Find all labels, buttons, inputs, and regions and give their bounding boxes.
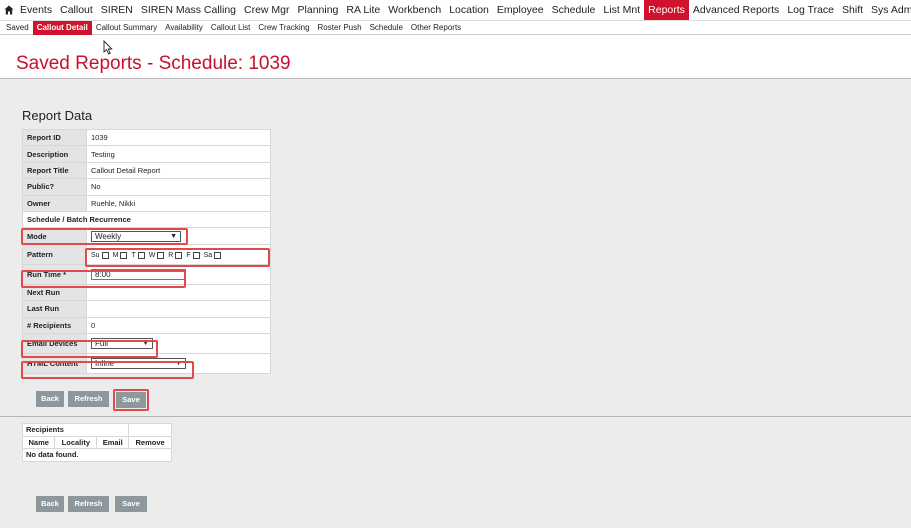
page-title: Saved Reports - Schedule: 1039: [16, 53, 291, 74]
report-title-value: Callout Detail Report: [86, 161, 271, 180]
recipients-heading: Recipients: [21, 423, 130, 437]
column-remove: Remove: [128, 435, 172, 449]
sub-nav: Saved Callout Detail Callout Summary Ava…: [0, 20, 911, 35]
report-title-label: Report Title: [22, 161, 87, 180]
section-divider: [0, 416, 911, 417]
table-row: Owner Ruehle, Nikki: [22, 194, 271, 212]
nav-reports[interactable]: Reports: [644, 0, 689, 20]
table-row: # Recipients 0: [22, 316, 271, 334]
home-icon[interactable]: [4, 0, 14, 20]
report-id-value: 1039: [86, 128, 271, 147]
table-row: Description Testing: [22, 145, 271, 163]
save-button[interactable]: Save: [116, 392, 146, 408]
table-header-row: Name Locality Email Remove: [21, 435, 172, 449]
description-label: Description: [22, 145, 87, 163]
nav-log-trace[interactable]: Log Trace: [783, 0, 838, 20]
nav-shift[interactable]: Shift: [838, 0, 867, 20]
bottom-save-button[interactable]: Save: [115, 496, 147, 512]
page-title-bar: Saved Reports - Schedule: 1039: [0, 35, 911, 79]
subnav-roster-push[interactable]: Roster Push: [314, 21, 366, 35]
report-data-heading: Report Data: [22, 108, 93, 123]
back-button[interactable]: Back: [36, 391, 64, 407]
mode-highlight: [21, 228, 188, 245]
subnav-crew-tracking[interactable]: Crew Tracking: [254, 21, 313, 35]
subnav-availability[interactable]: Availability: [161, 21, 207, 35]
column-locality: Locality: [54, 435, 98, 449]
refresh-button[interactable]: Refresh: [68, 391, 109, 407]
last-run-label: Last Run: [22, 300, 87, 318]
table-row: Schedule / Batch Recurrence: [22, 210, 271, 229]
description-value: Testing: [86, 145, 271, 163]
subnav-saved[interactable]: Saved: [2, 21, 33, 35]
last-run-value: [86, 300, 271, 318]
pattern-label: Pattern: [22, 243, 87, 265]
nav-employee[interactable]: Employee: [493, 0, 548, 20]
nav-ra-lite[interactable]: RA Lite: [342, 0, 384, 20]
report-id-label: Report ID: [22, 128, 87, 147]
public-label: Public?: [22, 178, 87, 196]
recurrence-heading: Schedule / Batch Recurrence: [22, 210, 271, 229]
top-nav: Events Callout SIREN SIREN Mass Calling …: [0, 0, 911, 20]
nav-planning[interactable]: Planning: [294, 0, 343, 20]
subnav-schedule[interactable]: Schedule: [366, 21, 407, 35]
table-row: Report Title Callout Detail Report: [22, 161, 271, 180]
column-name: Name: [21, 435, 56, 449]
subnav-other-reports[interactable]: Other Reports: [407, 21, 465, 35]
nav-workbench[interactable]: Workbench: [384, 0, 445, 20]
html-content-highlight: [21, 361, 194, 379]
recipients-table: Recipients Name Locality Email Remove No…: [21, 423, 172, 462]
nav-schedule[interactable]: Schedule: [548, 0, 600, 20]
subnav-callout-summary[interactable]: Callout Summary: [92, 21, 161, 35]
table-row: No data found.: [22, 448, 172, 462]
nav-sys-admin[interactable]: Sys Admin: [867, 0, 911, 20]
mouse-cursor-icon: [103, 39, 113, 61]
subnav-callout-list[interactable]: Callout List: [207, 21, 255, 35]
bottom-refresh-button[interactable]: Refresh: [68, 496, 109, 512]
nav-siren-mass-calling[interactable]: SIREN Mass Calling: [137, 0, 240, 20]
column-email: Email: [96, 435, 130, 449]
owner-value: Ruehle, Nikki: [86, 194, 271, 212]
nav-location[interactable]: Location: [445, 0, 493, 20]
nav-events[interactable]: Events: [16, 0, 56, 20]
public-value: No: [86, 178, 271, 196]
nav-callout[interactable]: Callout: [56, 0, 97, 20]
bottom-back-button[interactable]: Back: [36, 496, 64, 512]
nav-list-mnt[interactable]: List Mnt: [599, 0, 644, 20]
run-time-highlight: [21, 270, 186, 288]
recipients-count-label: # Recipients: [22, 316, 87, 334]
recipients-count-value: 0: [86, 316, 271, 334]
subnav-callout-detail[interactable]: Callout Detail: [32, 20, 92, 35]
table-row: Last Run: [22, 300, 271, 318]
table-row: Public? No: [22, 178, 271, 196]
table-row: Report ID 1039: [22, 128, 271, 147]
email-devices-highlight: [21, 340, 158, 358]
nav-advanced-reports[interactable]: Advanced Reports: [689, 0, 783, 20]
nav-crew-mgr[interactable]: Crew Mgr: [240, 0, 294, 20]
pattern-highlight: [85, 248, 270, 267]
owner-label: Owner: [22, 194, 87, 212]
empty-message: No data found.: [22, 448, 172, 462]
nav-siren[interactable]: SIREN: [97, 0, 137, 20]
